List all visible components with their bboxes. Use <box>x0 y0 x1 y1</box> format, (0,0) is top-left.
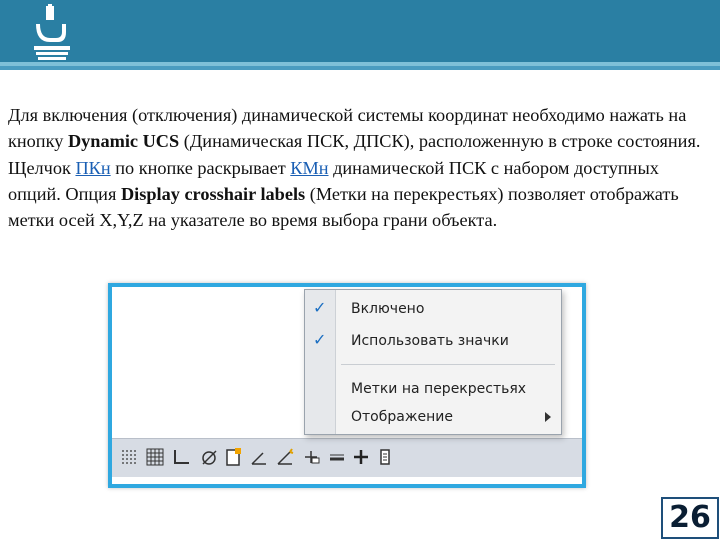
status-bar <box>112 438 582 477</box>
lineweight-icon[interactable] <box>326 444 348 470</box>
submenu-arrow-icon <box>545 412 551 422</box>
paragraph-text: по кнопке раскрывает <box>110 157 291 178</box>
menu-item-use-icons[interactable]: ✓ Использовать значки <box>305 326 561 356</box>
checkmark-icon: ✓ <box>313 330 327 349</box>
context-menu: ✓ Включено ✓ Использовать значки Метки н… <box>304 289 562 435</box>
screenshot-frame: ✓ Включено ✓ Использовать значки Метки н… <box>108 283 586 488</box>
dynamic-ucs-icon[interactable] <box>274 444 296 470</box>
menu-item-display[interactable]: Отображение <box>305 402 561 432</box>
description-paragraph: Для включения (отключения) динамической … <box>8 102 714 233</box>
ortho-icon[interactable] <box>170 444 192 470</box>
snap-icon[interactable] <box>118 444 140 470</box>
otrack-icon[interactable] <box>248 444 270 470</box>
menu-item-label: Использовать значки <box>351 333 509 349</box>
menu-item-enabled[interactable]: ✓ Включено <box>305 294 561 324</box>
slide-number: 26 <box>661 497 719 539</box>
menu-item-label: Метки на перекрестьях <box>351 381 527 397</box>
menu-separator <box>341 364 555 365</box>
dynamic-input-icon[interactable] <box>300 444 322 470</box>
checkmark-icon: ✓ <box>313 298 327 317</box>
university-logo-icon <box>34 4 70 60</box>
display-crosshair-labels-term: Display crosshair labels <box>120 183 306 204</box>
menu-item-label: Отображение <box>351 409 453 425</box>
transparency-icon[interactable] <box>350 444 372 470</box>
menu-item-label: Включено <box>351 301 425 317</box>
pkn-link[interactable]: ПКн <box>75 158 110 178</box>
header-stripe-lower <box>0 66 720 70</box>
grid-icon[interactable] <box>144 444 166 470</box>
dynamic-ucs-term: Dynamic UCS <box>67 131 180 152</box>
menu-item-crosshair-labels[interactable]: Метки на перекрестьях <box>305 374 561 404</box>
osnap-icon[interactable] <box>222 444 244 470</box>
polar-icon[interactable] <box>198 444 220 470</box>
screenshot-content: ✓ Включено ✓ Использовать значки Метки н… <box>112 287 582 484</box>
kmn-link[interactable]: КМн <box>290 158 328 178</box>
quick-properties-icon[interactable] <box>374 444 396 470</box>
slide-header <box>0 0 720 70</box>
